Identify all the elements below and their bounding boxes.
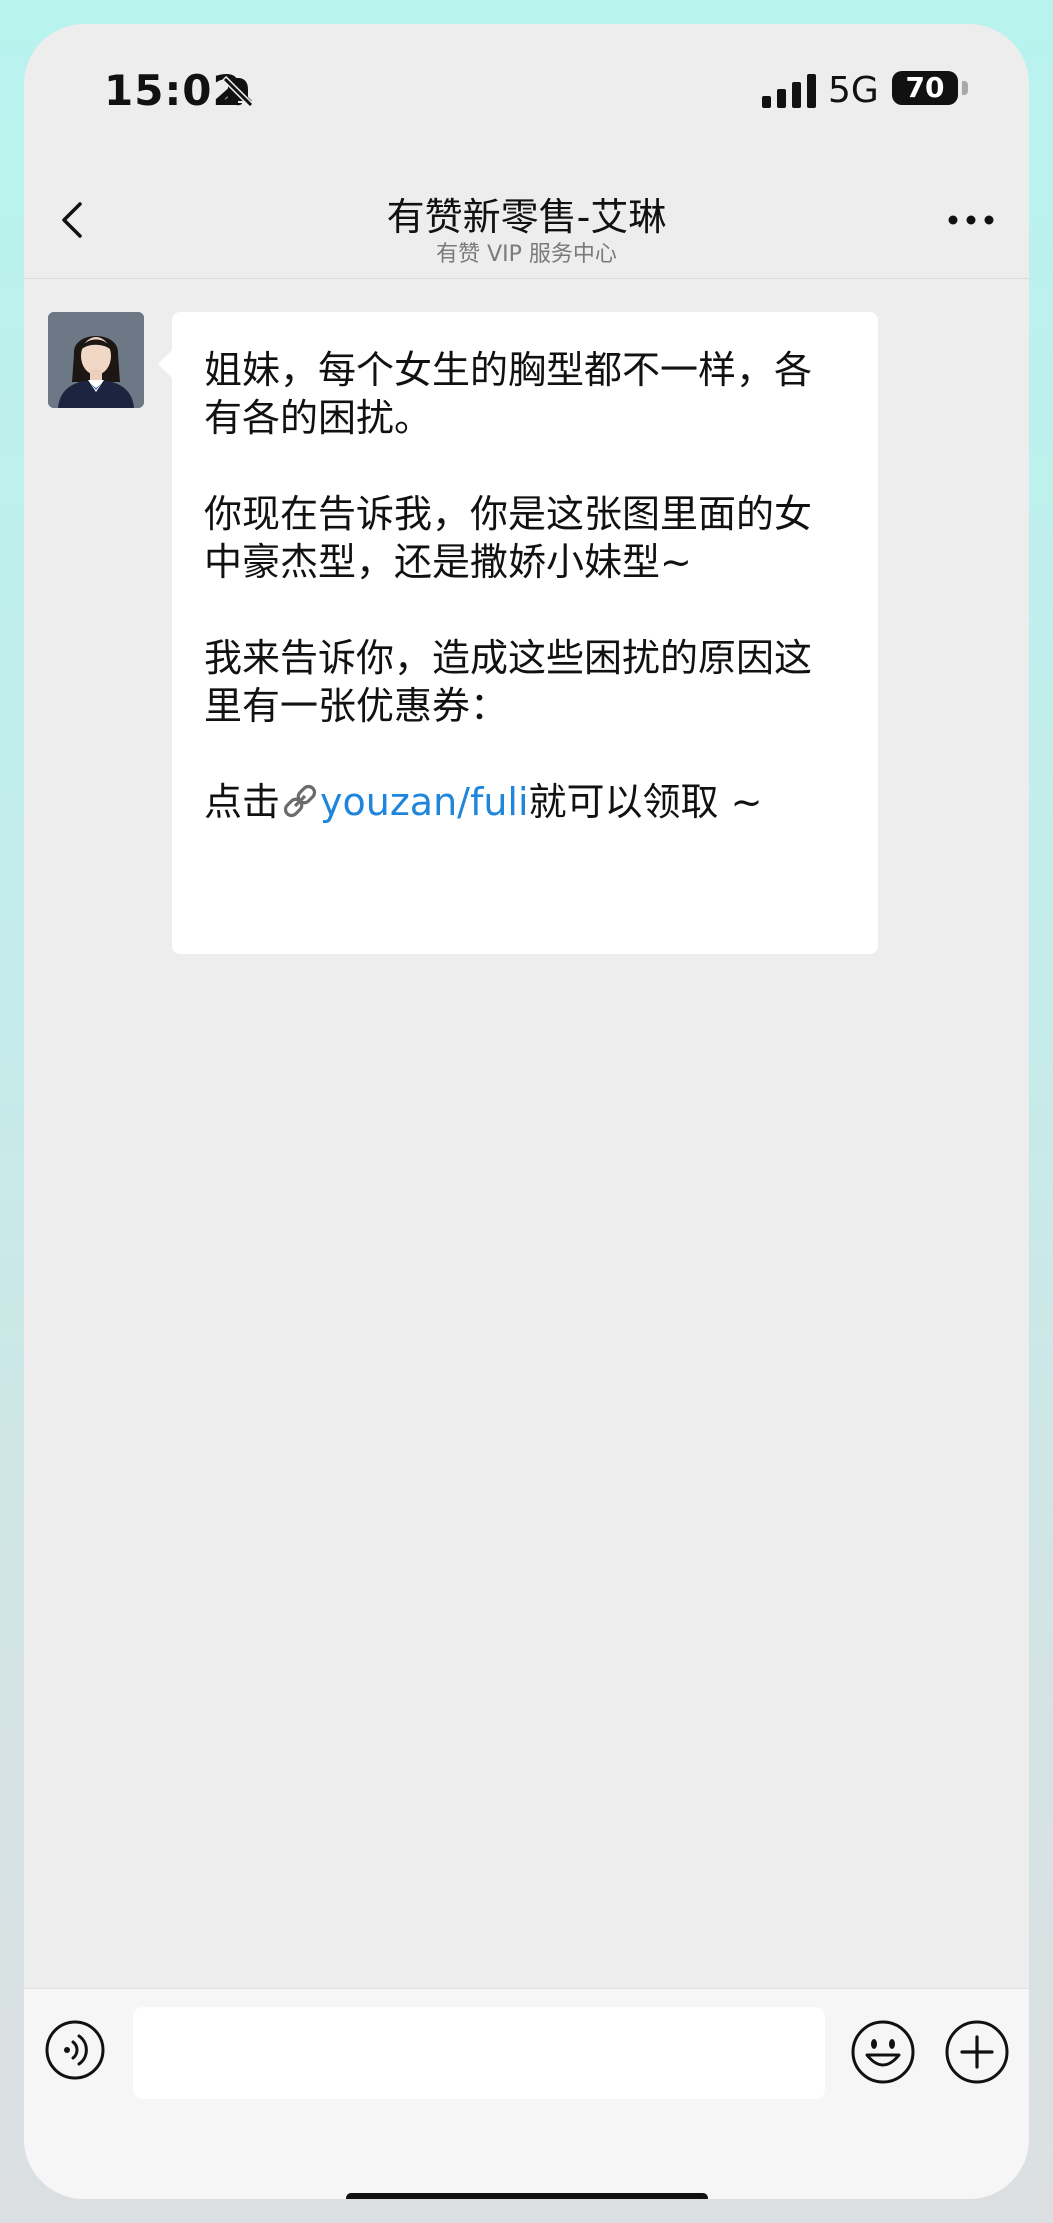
chat-subtitle: 有赞 VIP 服务中心	[436, 242, 617, 267]
bubble-tail	[158, 350, 172, 378]
plus-icon[interactable]	[944, 2019, 1010, 2085]
voice-icon[interactable]	[44, 2019, 106, 2081]
phone-screen: 15:02 5G 70 有赞新零售-艾琳 有赞 VIP 服务中心 姐妹，每个女生…	[24, 24, 1029, 2199]
chat-header: 有赞新零售-艾琳 有赞 VIP 服务中心	[24, 164, 1029, 279]
status-bar: 15:02 5G 70	[24, 24, 1029, 164]
input-bar	[24, 1988, 1029, 2199]
message-input[interactable]	[133, 2007, 825, 2099]
chat-title: 有赞新零售-艾琳	[386, 195, 667, 239]
avatar-portrait	[48, 312, 144, 408]
battery-icon: 70	[892, 71, 958, 105]
link-suffix: 就可以领取 ~	[528, 780, 763, 824]
avatar[interactable]	[48, 312, 144, 408]
back-chevron-icon[interactable]	[52, 198, 96, 242]
battery-level: 70	[905, 71, 945, 104]
network-label: 5G	[828, 70, 879, 111]
link-prefix: 点击	[204, 780, 281, 824]
bell-muted-icon	[221, 75, 255, 109]
message-paragraph: 你现在告诉我，你是这张图里面的女中豪杰型，还是撒娇小妹型~	[204, 492, 813, 584]
message-paragraph: 姐妹，每个女生的胸型都不一样，各有各的困扰。	[204, 348, 813, 440]
message-bubble[interactable]: 姐妹，每个女生的胸型都不一样，各有各的困扰。 你现在告诉我，你是这张图里面的女中…	[158, 312, 878, 954]
home-indicator[interactable]	[346, 2193, 708, 2199]
battery-cap	[962, 81, 968, 95]
message-link-line: 点击 youzan/fuli就可以领取 ~	[204, 778, 846, 826]
more-dots-icon[interactable]	[947, 208, 995, 232]
coupon-link[interactable]: youzan/fuli	[320, 780, 529, 824]
link-icon	[283, 784, 317, 818]
chat-area: 姐妹，每个女生的胸型都不一样，各有各的困扰。 你现在告诉我，你是这张图里面的女中…	[24, 279, 1029, 1989]
emoji-icon[interactable]	[850, 2019, 916, 2085]
message-paragraph: 我来告诉你，造成这些困扰的原因这里有一张优惠券：	[204, 636, 813, 728]
signal-icon	[762, 74, 816, 108]
